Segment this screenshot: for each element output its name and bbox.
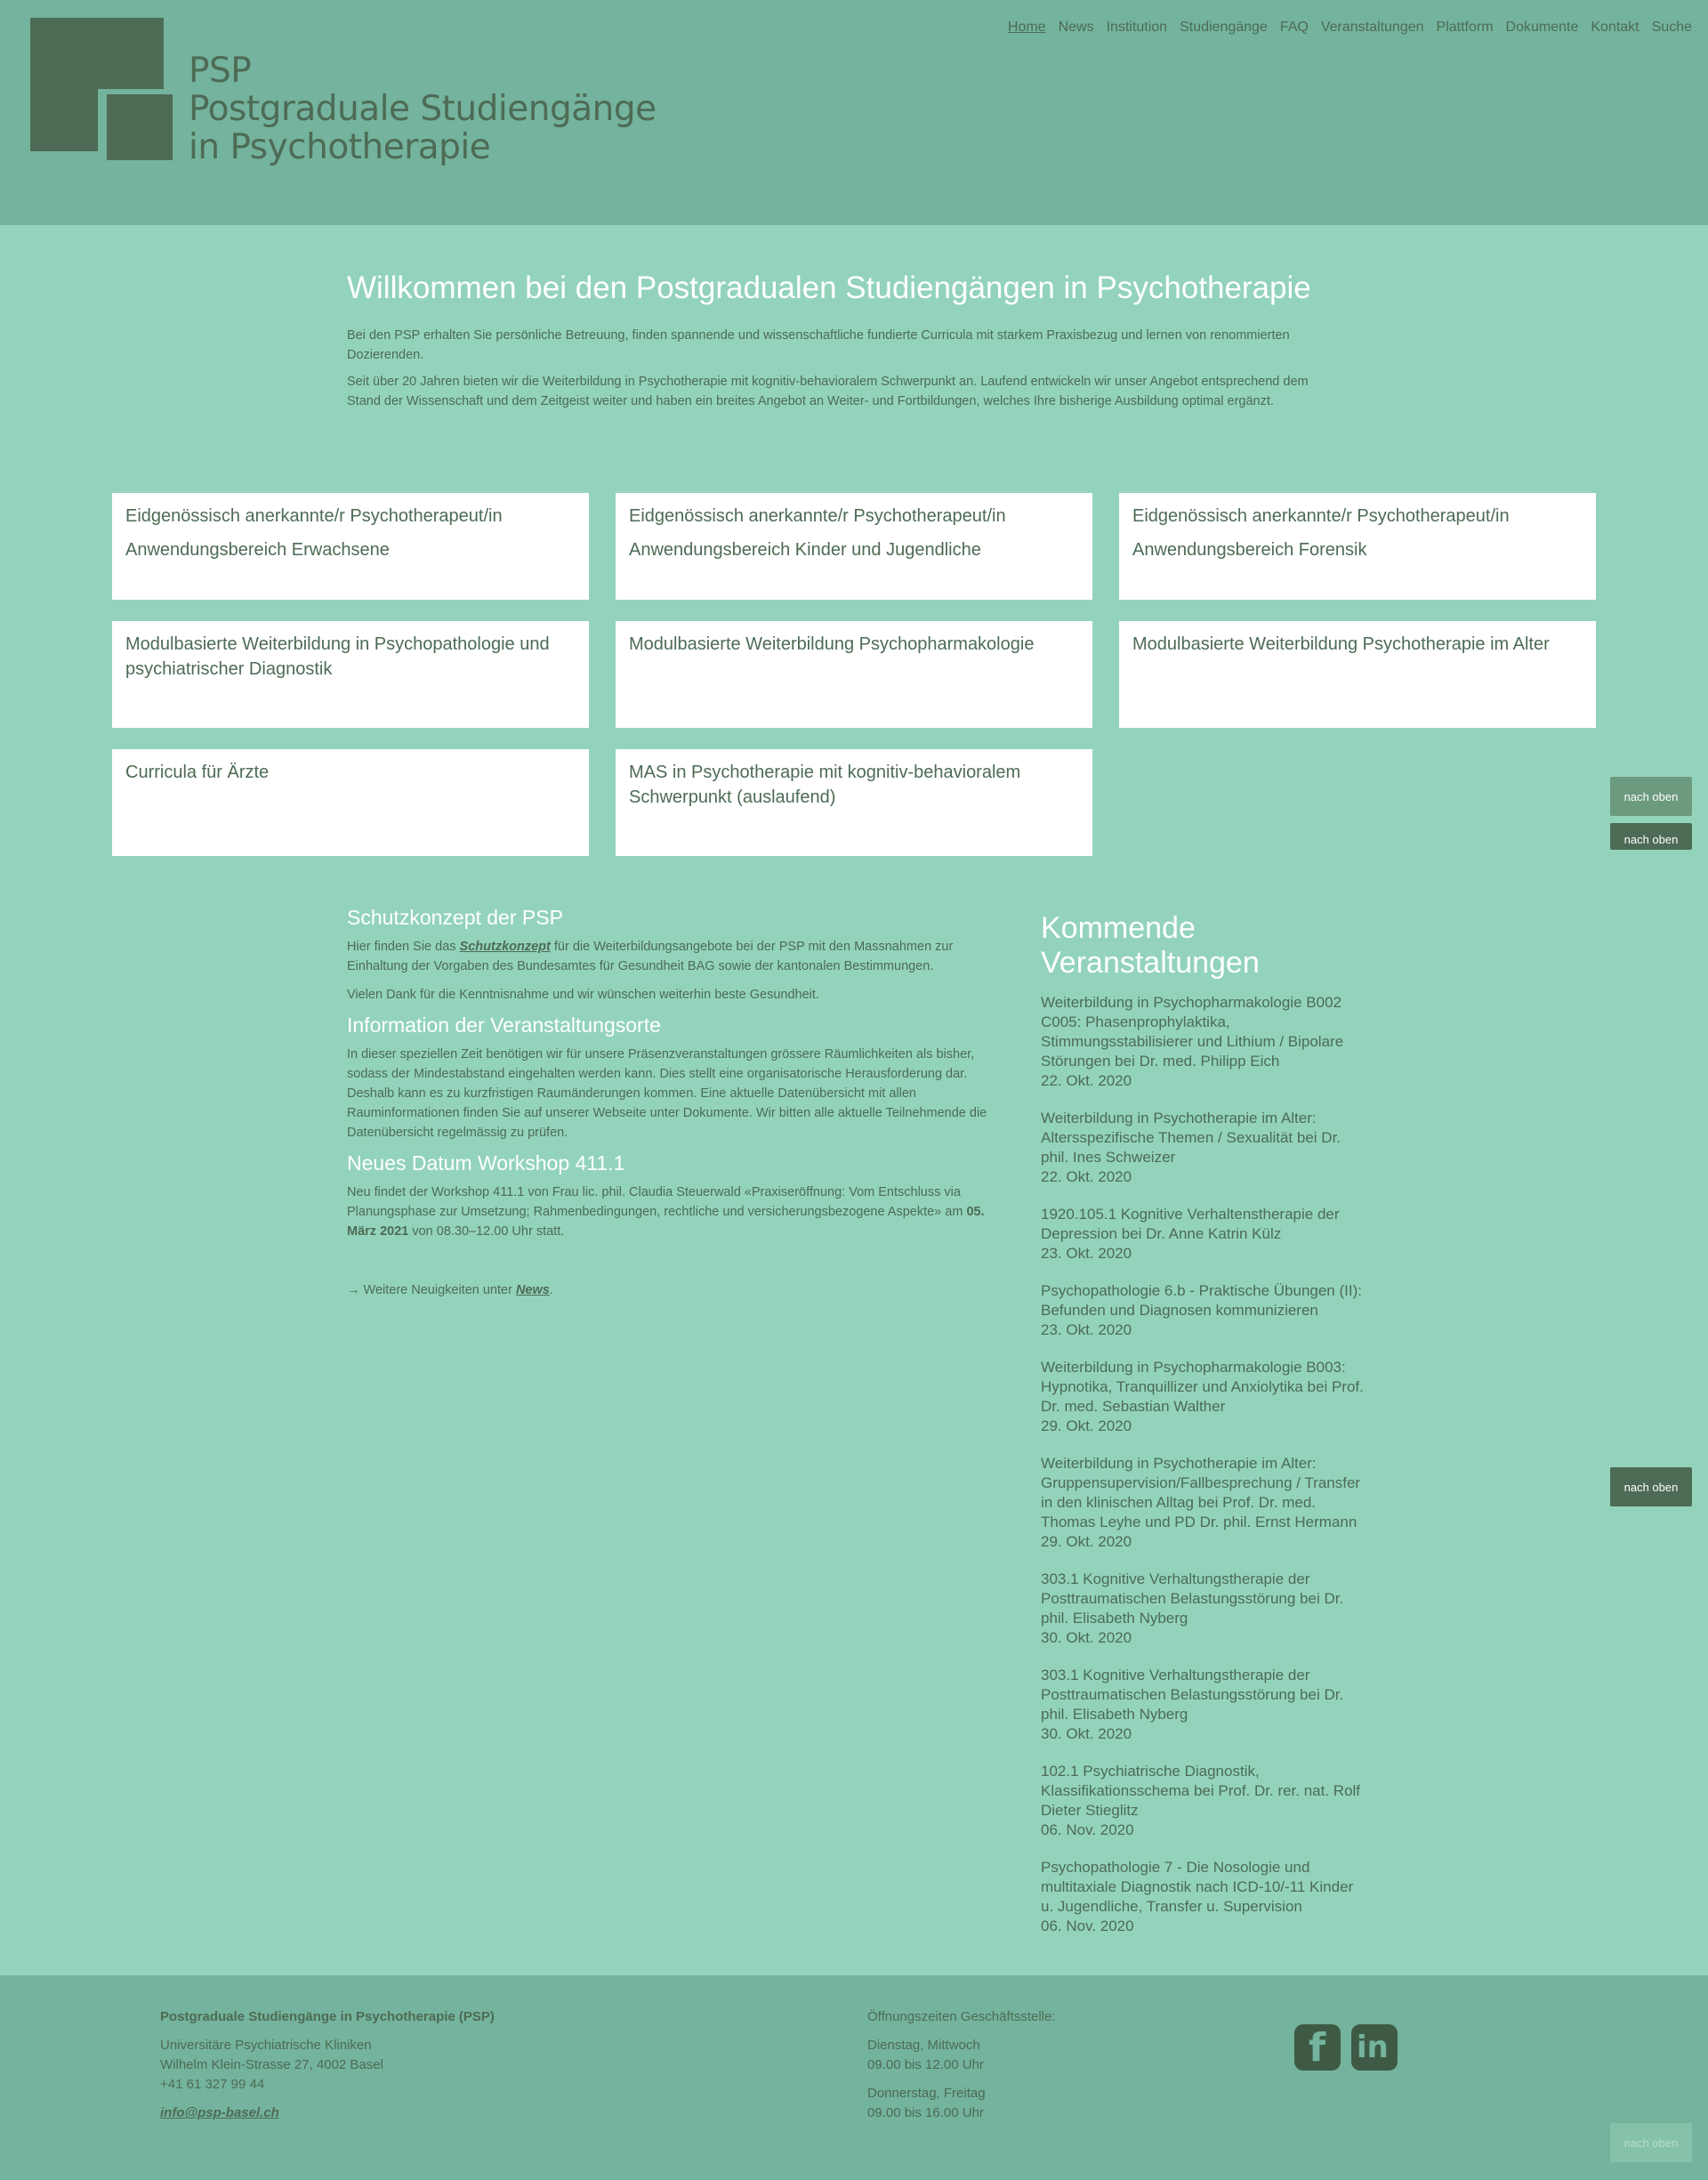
linkedin-icon[interactable]: in <box>1351 2024 1398 2071</box>
hours-title: Öffnungszeiten Geschäftsstelle: <box>867 2009 1056 2024</box>
news-paragraph: Hier finden Sie das Schutzkonzept für di… <box>347 940 954 973</box>
footer-address-line: Universitäre Psychiatrische Kliniken <box>160 2038 372 2053</box>
logo-line-2: Postgraduale Studiengänge <box>189 89 657 129</box>
news-heading-veranstaltungsorte: Information der Veranstaltungsorte <box>347 1013 661 1037</box>
events-section: Kommende Veranstaltungen Weiterbildung i… <box>1041 911 1370 1954</box>
card-title: Modulbasierte Weiterbildung Psychotherap… <box>1132 634 1550 654</box>
intro-section: Willkommen bei den Postgradualen Studien… <box>347 270 1352 418</box>
card-title: Curricula für Ärzte <box>125 763 270 782</box>
facebook-icon[interactable]: f <box>1294 2024 1341 2071</box>
card-psychotherapeut-kinder[interactable]: Eidgenössisch anerkannte/r Psychotherape… <box>616 493 1092 600</box>
card-title: Eidgenössisch anerkannte/r Psychotherape… <box>1132 506 1510 526</box>
nav-dokumente[interactable]: Dokumente <box>1506 20 1579 36</box>
intro-paragraph-1: Bei den PSP erhalten Sie persönliche Bet… <box>347 328 1290 362</box>
event-item[interactable]: Weiterbildung in Psychotherapie im Alter… <box>1041 1109 1370 1187</box>
nav-news[interactable]: News <box>1059 20 1094 36</box>
card-subtitle: Anwendungsbereich Erwachsene <box>125 540 390 560</box>
psp-logo-mark[interactable] <box>30 18 173 164</box>
event-date: 23. Okt. 2020 <box>1041 1245 1132 1262</box>
logo-line-3: in Psychotherapie <box>189 127 491 167</box>
hours-days: Dienstag, Mittwoch <box>867 2038 980 2053</box>
news-section: Schutzkonzept der PSP Hier finden Sie da… <box>347 906 1005 1309</box>
footer-phone: +41 61 327 99 44 <box>160 2077 265 2092</box>
main-nav: Home News Institution Studiengänge FAQ V… <box>995 20 1692 36</box>
news-paragraph: In dieser speziellen Zeit benötigen wir … <box>347 1047 987 1140</box>
card-title: Eidgenössisch anerkannte/r Psychotherape… <box>125 506 503 526</box>
card-psychotherapeut-forensik[interactable]: Eidgenössisch anerkannte/r Psychotherape… <box>1119 493 1596 600</box>
logo-line-1: PSP <box>189 51 252 91</box>
footer-address-line: Wilhelm Klein-Strasse 27, 4002 Basel <box>160 2057 383 2072</box>
news-heading-workshop: Neues Datum Workshop 411.1 <box>347 1151 625 1175</box>
event-item[interactable]: 303.1 Kognitive Verhaltungstherapie der … <box>1041 1570 1370 1648</box>
event-date: 22. Okt. 2020 <box>1041 1072 1132 1089</box>
news-link[interactable]: News <box>516 1283 550 1297</box>
hours-time: 09.00 bis 12.00 Uhr <box>867 2057 984 2072</box>
card-title: Modulbasierte Weiterbildung Psychopharma… <box>629 634 1035 654</box>
news-paragraph: Neu findet der Workshop 411.1 von Frau l… <box>347 1185 985 1239</box>
nav-faq[interactable]: FAQ <box>1280 20 1309 36</box>
card-curricula-aerzte[interactable]: Curricula für Ärzte <box>112 749 589 856</box>
nav-studiengaenge[interactable]: Studiengänge <box>1180 20 1268 36</box>
event-date: 22. Okt. 2020 <box>1041 1168 1132 1185</box>
event-item[interactable]: Weiterbildung in Psychotherapie im Alter… <box>1041 1454 1370 1552</box>
nav-veranstaltungen[interactable]: Veranstaltungen <box>1321 20 1424 36</box>
event-date: 06. Nov. 2020 <box>1041 1918 1134 1934</box>
nav-home[interactable]: Home <box>1008 20 1046 36</box>
event-item[interactable]: 102.1 Psychiatrische Diagnostik, Klassif… <box>1041 1762 1370 1840</box>
nav-institution[interactable]: Institution <box>1107 20 1167 36</box>
events-heading: Kommende Veranstaltungen <box>1041 911 1260 980</box>
event-item[interactable]: 1920.105.1 Kognitive Verhaltenstherapie … <box>1041 1205 1370 1264</box>
event-item[interactable]: Weiterbildung in Psychopharmakologie B00… <box>1041 993 1370 1091</box>
footer-email-link[interactable]: info@psp-basel.ch <box>160 2105 279 2120</box>
event-item[interactable]: Psychopathologie 6.b - Praktische Übunge… <box>1041 1281 1370 1340</box>
nav-plattform[interactable]: Plattform <box>1437 20 1494 36</box>
footer-hours: Öffnungszeiten Geschäftsstelle: Dienstag… <box>867 2007 1056 2123</box>
card-psychopathologie[interactable]: Modulbasierte Weiterbildung in Psychopat… <box>112 621 589 728</box>
card-subtitle: Anwendungsbereich Forensik <box>1132 540 1367 560</box>
news-paragraph: Vielen Dank für die Kenntnisnahme und wi… <box>347 988 819 1002</box>
hours-days: Donnerstag, Freitag <box>867 2086 986 2101</box>
card-title: Modulbasierte Weiterbildung in Psychopat… <box>125 634 550 679</box>
back-to-top-button[interactable]: nach oben <box>1610 777 1692 816</box>
schutzkonzept-link[interactable]: Schutzkonzept <box>460 940 551 954</box>
card-psychotherapeut-erwachsene[interactable]: Eidgenössisch anerkannte/r Psychotherape… <box>112 493 589 600</box>
page-title: Willkommen bei den Postgradualen Studien… <box>347 270 1311 305</box>
intro-paragraph-2: Seit über 20 Jahren bieten wir die Weite… <box>347 375 1309 408</box>
card-title: Eidgenössisch anerkannte/r Psychotherape… <box>629 506 1006 526</box>
nav-kontakt[interactable]: Kontakt <box>1591 20 1639 36</box>
event-date: 23. Okt. 2020 <box>1041 1321 1132 1338</box>
card-psychopharmakologie[interactable]: Modulbasierte Weiterbildung Psychopharma… <box>616 621 1092 728</box>
event-date: 06. Nov. 2020 <box>1041 1821 1134 1838</box>
hours-time: 09.00 bis 16.00 Uhr <box>867 2105 984 2120</box>
card-subtitle: Anwendungsbereich Kinder und Jugendliche <box>629 540 981 560</box>
footer-org-name: Postgraduale Studiengänge in Psychothera… <box>160 2009 495 2024</box>
card-title: MAS in Psychotherapie mit kognitiv-behav… <box>629 763 1021 807</box>
more-news-line: → Weitere Neuigkeiten unter News. <box>347 1283 553 1297</box>
event-item[interactable]: Weiterbildung in Psychopharmakologie B00… <box>1041 1358 1370 1436</box>
event-date: 30. Okt. 2020 <box>1041 1725 1132 1742</box>
card-mas-psychotherapie[interactable]: MAS in Psychotherapie mit kognitiv-behav… <box>616 749 1092 856</box>
event-item[interactable]: 303.1 Kognitive Verhaltungstherapie der … <box>1041 1666 1370 1744</box>
card-psychotherapie-alter[interactable]: Modulbasierte Weiterbildung Psychotherap… <box>1119 621 1596 728</box>
event-date: 30. Okt. 2020 <box>1041 1629 1132 1646</box>
back-to-top-button[interactable]: nach oben <box>1610 823 1692 850</box>
back-to-top-button[interactable]: nach oben <box>1610 1467 1692 1506</box>
news-heading-schutzkonzept: Schutzkonzept der PSP <box>347 906 563 929</box>
event-item[interactable]: Psychopathologie 7 - Die Nosologie und m… <box>1041 1858 1370 1936</box>
event-date: 29. Okt. 2020 <box>1041 1533 1132 1550</box>
footer-address: Postgraduale Studiengänge in Psychothera… <box>160 2007 495 2123</box>
site-logo-text[interactable]: PSP Postgraduale Studiengänge in Psychot… <box>189 52 657 166</box>
site-header: PSP Postgraduale Studiengänge in Psychot… <box>0 0 1708 225</box>
nav-suche[interactable]: Suche <box>1652 20 1692 36</box>
back-to-top-button[interactable]: nach oben <box>1610 2123 1692 2162</box>
event-date: 29. Okt. 2020 <box>1041 1417 1132 1434</box>
